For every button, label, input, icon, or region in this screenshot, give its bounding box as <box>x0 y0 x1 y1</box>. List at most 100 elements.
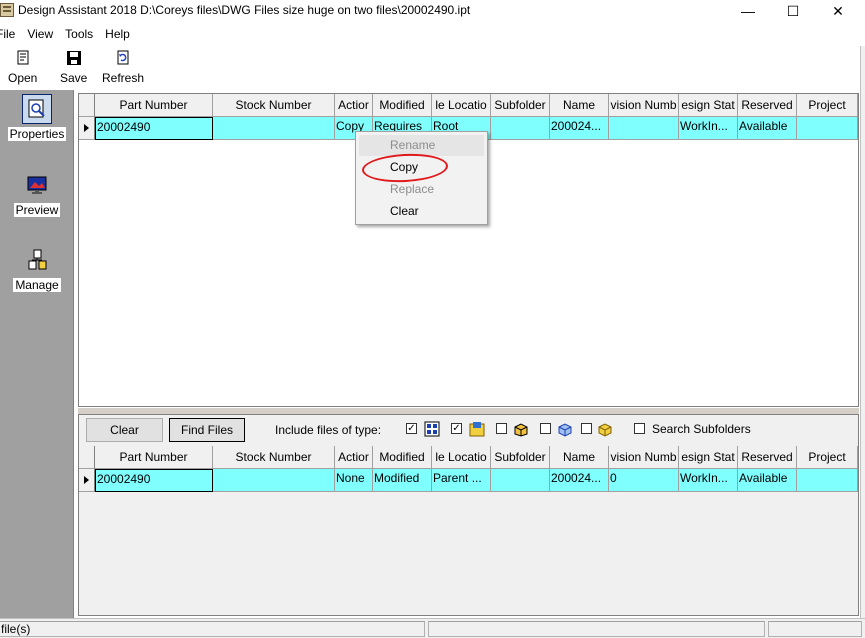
clear-button[interactable]: Clear <box>86 418 163 442</box>
column-header[interactable]: vision Numb <box>609 446 679 469</box>
maximize-button[interactable]: ☐ <box>770 0 816 22</box>
sheetmetal-type-icon <box>598 423 612 437</box>
include-type-checkbox[interactable]: ✓ <box>406 423 417 434</box>
include-type-checkbox[interactable] <box>581 423 592 434</box>
column-header[interactable]: Project <box>797 446 858 469</box>
refresh-icon <box>117 50 129 65</box>
column-header[interactable]: vision Numb <box>609 94 679 117</box>
row-header-corner <box>79 94 95 117</box>
grid-header-row: Part Number Stock Number Actior Modified… <box>79 94 858 117</box>
save-button[interactable]: Save <box>60 50 87 85</box>
column-header[interactable]: Part Number <box>95 94 213 117</box>
menu-tools[interactable]: Tools <box>59 24 99 44</box>
column-header[interactable]: esign Stat <box>679 94 738 117</box>
open-label: Open <box>8 71 38 85</box>
include-type-checkbox[interactable]: ✓ <box>451 423 462 434</box>
table-cell[interactable]: Available <box>738 469 797 492</box>
refresh-label: Refresh <box>102 71 145 85</box>
status-bar: file(s) <box>0 618 865 638</box>
title-bar: Design Assistant 2018 D:\Coreys files\DW… <box>0 0 865 22</box>
properties-icon <box>28 99 45 118</box>
manage-icon <box>28 249 47 270</box>
toolbar: Open Save Refresh <box>0 46 865 90</box>
sidebar-item-preview[interactable]: Preview <box>0 170 74 217</box>
table-cell[interactable] <box>491 117 550 140</box>
open-button[interactable]: Open <box>8 50 37 85</box>
column-header[interactable]: Part Number <box>95 446 213 469</box>
context-menu-rename[interactable]: Rename <box>359 135 484 156</box>
search-results-grid: Part Number Stock Number Actior Modified… <box>79 446 858 492</box>
search-pane: Clear Find Files Include files of type: … <box>78 414 859 616</box>
sidebar-item-manage[interactable]: Manage <box>0 245 74 292</box>
table-row[interactable]: 20002490 None Modified Parent ... 200024… <box>79 469 858 492</box>
menu-view[interactable]: View <box>21 24 59 44</box>
column-header[interactable]: le Locatio <box>432 94 491 117</box>
column-header[interactable]: Reserved <box>738 446 797 469</box>
table-cell[interactable]: Available <box>738 117 797 140</box>
column-header[interactable]: Subfolder <box>491 446 550 469</box>
table-cell[interactable] <box>797 117 858 140</box>
include-files-label: Include files of type: <box>275 423 382 437</box>
table-cell[interactable] <box>491 469 550 492</box>
row-selector-arrow-icon[interactable] <box>79 117 95 140</box>
table-cell[interactable]: Modified <box>373 469 432 492</box>
menu-file[interactable]: File <box>0 24 21 44</box>
table-cell[interactable]: Parent ... <box>432 469 491 492</box>
status-middle <box>428 621 765 637</box>
row-selector-arrow-icon[interactable] <box>79 469 95 492</box>
include-type-checkbox[interactable] <box>496 423 507 434</box>
search-subfolders-checkbox[interactable] <box>634 423 645 434</box>
table-cell[interactable]: None <box>335 469 373 492</box>
column-header[interactable]: Name <box>550 446 609 469</box>
part-type-icon <box>514 423 528 437</box>
drawing-type-icon <box>469 422 485 437</box>
table-cell[interactable]: 20002490 <box>95 117 213 140</box>
preview-icon <box>27 176 47 194</box>
table-cell[interactable] <box>213 117 335 140</box>
table-cell[interactable] <box>213 469 335 492</box>
search-controls: Clear Find Files Include files of type: … <box>79 415 858 445</box>
refresh-button[interactable]: Refresh <box>102 50 144 85</box>
menu-bar: File View Tools Help <box>0 24 861 44</box>
column-header[interactable]: Project <box>797 94 858 117</box>
column-header[interactable]: Name <box>550 94 609 117</box>
column-header[interactable]: Actior <box>335 94 373 117</box>
search-subfolders-label: Search Subfolders <box>652 422 751 436</box>
status-right <box>768 621 862 637</box>
window-right-edge <box>860 46 865 618</box>
column-header[interactable]: le Locatio <box>432 446 491 469</box>
column-header[interactable]: Actior <box>335 446 373 469</box>
sidebar-item-label: Manage <box>13 278 61 292</box>
context-menu-clear[interactable]: Clear <box>359 201 484 222</box>
table-cell[interactable] <box>797 469 858 492</box>
table-cell[interactable]: WorkIn... <box>679 469 738 492</box>
column-header[interactable]: Stock Number <box>213 446 335 469</box>
sidebar-item-label: Preview <box>13 203 61 217</box>
find-files-button[interactable]: Find Files <box>169 418 245 442</box>
column-header[interactable]: esign Stat <box>679 446 738 469</box>
column-header[interactable]: Modified <box>373 446 432 469</box>
save-label: Save <box>60 71 88 85</box>
row-header-corner <box>79 446 95 469</box>
table-cell[interactable]: 200024... <box>550 469 609 492</box>
column-header[interactable]: Reserved <box>738 94 797 117</box>
sidebar-item-label: Properties <box>7 127 67 141</box>
table-cell[interactable] <box>609 117 679 140</box>
close-button[interactable]: ✕ <box>815 0 861 22</box>
table-cell[interactable]: 20002490 <box>95 469 213 492</box>
table-cell[interactable]: 200024... <box>550 117 609 140</box>
open-icon <box>17 50 29 65</box>
column-header[interactable]: Modified <box>373 94 432 117</box>
menu-help[interactable]: Help <box>99 24 136 44</box>
grid-header-row: Part Number Stock Number Actior Modified… <box>79 446 858 469</box>
column-header[interactable]: Subfolder <box>491 94 550 117</box>
minimize-button[interactable]: — <box>725 0 771 22</box>
context-menu-replace[interactable]: Replace <box>359 179 484 200</box>
sidebar-item-properties[interactable]: Properties <box>0 94 74 141</box>
include-type-checkbox[interactable] <box>540 423 551 434</box>
column-header[interactable]: Stock Number <box>213 94 335 117</box>
table-cell[interactable]: WorkIn... <box>679 117 738 140</box>
status-file-count: file(s) <box>0 621 425 637</box>
save-icon <box>66 51 81 65</box>
table-cell[interactable]: 0 <box>609 469 679 492</box>
